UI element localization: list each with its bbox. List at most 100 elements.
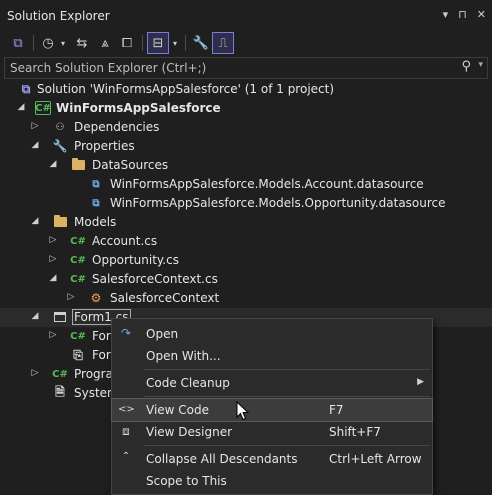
track-active-item-icon[interactable]: ⊟: [147, 32, 169, 54]
menu-separator: [144, 445, 430, 446]
chevron-down-icon[interactable]: ▾: [170, 32, 180, 54]
tree-item-label: SalesforceContext: [110, 291, 220, 305]
collapsed-icon[interactable]: ▷: [30, 121, 40, 131]
menu-item-label: Open: [146, 327, 179, 341]
class-icon: ⚙: [90, 291, 102, 305]
mouse-cursor-icon: [236, 401, 250, 421]
solution-icon: ⧉: [21, 81, 31, 96]
menu-item-shortcut: F7: [329, 403, 344, 417]
properties-folder-icon: 🔧: [52, 139, 68, 153]
designer-icon: ⧈: [122, 424, 130, 438]
datasource-icon: ⧉: [92, 178, 100, 190]
chevron-down-icon[interactable]: ▾: [58, 32, 68, 54]
tree-item-label: Account.cs: [92, 234, 158, 248]
dependencies-icon: ⚇: [55, 121, 65, 133]
menu-item-open-with[interactable]: Open With...: [112, 345, 432, 367]
expanded-icon[interactable]: ◢: [30, 311, 40, 321]
menu-item-collapse-all[interactable]: ⌃ Collapse All Descendants Ctrl+Left Arr…: [112, 448, 432, 470]
collapse-all-icon[interactable]: ⩓: [96, 32, 114, 54]
csharp-file-icon: C#: [70, 235, 86, 247]
tree-item-label: Solution 'WinFormsAppSalesforce' (1 of 1…: [37, 82, 335, 96]
sync-icon[interactable]: ⇆: [72, 32, 92, 54]
pending-changes-icon[interactable]: ◷: [39, 32, 57, 54]
open-icon: ↷: [120, 326, 132, 340]
form-icon: [52, 310, 68, 324]
menu-item-shortcut: Ctrl+Left Arrow: [329, 452, 422, 466]
title-actions: ▾ ⊓ ✕: [443, 8, 486, 21]
tree-item-label: Opportunity.cs: [92, 253, 179, 267]
expanded-icon[interactable]: ◢: [48, 159, 58, 169]
menu-item-view-designer[interactable]: ⧈ View Designer Shift+F7: [112, 421, 432, 443]
collapsed-icon[interactable]: ▷: [48, 235, 58, 245]
datasource-icon: ⧉: [92, 197, 100, 209]
menu-separator: [144, 396, 430, 397]
toolbar-separator: [185, 35, 186, 51]
chevron-down-icon[interactable]: ▾: [478, 60, 483, 70]
menu-item-label: Scope to This: [146, 474, 227, 488]
csharp-project-icon: C#: [35, 101, 51, 115]
tree-item-sf-context-class[interactable]: ▷ ⚙ SalesforceContext: [0, 289, 492, 308]
collapsed-icon[interactable]: ▷: [30, 368, 40, 378]
search-box[interactable]: Search Solution Explorer (Ctrl+;) ⚲ ▾: [4, 57, 488, 79]
toolbar: ⧉ ◷ ▾ ⇆ ⩓ ⧠ ⊟ ▾ 🔧 ⎍: [0, 30, 492, 56]
tree-item-project[interactable]: ◢ C# WinFormsAppSalesforce: [0, 99, 492, 118]
expanded-icon[interactable]: ◢: [48, 273, 58, 283]
tree-item-dependencies[interactable]: ▷ ⚇ Dependencies: [0, 118, 492, 137]
folder-icon: [70, 158, 86, 172]
title-bar: Solution Explorer ▾ ⊓ ✕: [0, 0, 492, 30]
menu-item-code-cleanup[interactable]: Code Cleanup ▶: [112, 372, 432, 394]
menu-item-open[interactable]: ↷ Open: [112, 323, 432, 345]
tree-item-account[interactable]: ▷ C# Account.cs: [0, 232, 492, 251]
menu-item-label: View Code: [146, 403, 210, 417]
pin-icon[interactable]: ⊓: [458, 8, 467, 21]
tree-item-datasources[interactable]: ◢ DataSources: [0, 156, 492, 175]
toolbar-separator: [142, 35, 143, 51]
menu-item-label: Code Cleanup: [146, 376, 230, 390]
menu-separator: [144, 369, 430, 370]
expanded-icon[interactable]: ◢: [16, 102, 26, 112]
switch-views-icon[interactable]: ⧉: [8, 32, 28, 54]
menu-item-scope-to-this[interactable]: Scope to This: [112, 470, 432, 492]
tree-item-properties[interactable]: ◢ 🔧 Properties: [0, 137, 492, 156]
menu-item-label: Open With...: [146, 349, 221, 363]
folder-icon: [52, 215, 68, 229]
tree-item-sf-context-file[interactable]: ◢ C# SalesforceContext.cs: [0, 270, 492, 289]
csharp-file-icon: C#: [70, 273, 86, 285]
tree-item-opportunity[interactable]: ▷ C# Opportunity.cs: [0, 251, 492, 270]
properties-icon[interactable]: 🔧: [191, 32, 211, 54]
menu-item-label: Collapse All Descendants: [146, 452, 298, 466]
search-icon[interactable]: ⚲: [461, 59, 471, 74]
tree-item-label: Properties: [74, 139, 135, 153]
csharp-file-icon: C#: [52, 368, 68, 380]
code-icon: <>: [118, 404, 135, 415]
toolbar-separator: [33, 35, 34, 51]
tree-item-label: Models: [74, 215, 117, 229]
search-input[interactable]: Search Solution Explorer (Ctrl+;): [10, 61, 206, 75]
tree-item-ds-account[interactable]: ⧉ WinFormsAppSalesforce.Models.Account.d…: [0, 175, 492, 194]
context-menu: ↷ Open Open With... Code Cleanup ▶ <> Vi…: [111, 318, 433, 495]
tree-item-solution[interactable]: ⧉ Solution 'WinFormsAppSalesforce' (1 of…: [0, 80, 492, 99]
preview-selected-icon[interactable]: ⎍: [212, 32, 234, 54]
tree-item-label: WinFormsAppSalesforce: [56, 101, 221, 115]
tree-item-ds-opportunity[interactable]: ⧉ WinFormsAppSalesforce.Models.Opportuni…: [0, 194, 492, 213]
collapsed-icon[interactable]: ▷: [66, 292, 76, 302]
resource-file-icon: ⎘: [73, 347, 83, 362]
tree-item-label: WinFormsAppSalesforce.Models.Account.dat…: [110, 177, 424, 191]
show-all-files-icon[interactable]: ⧠: [117, 32, 137, 54]
expanded-icon[interactable]: ◢: [30, 140, 40, 150]
tree-item-models[interactable]: ◢ Models: [0, 213, 492, 232]
expanded-icon[interactable]: ◢: [30, 216, 40, 226]
close-icon[interactable]: ✕: [477, 8, 486, 21]
tree-item-label: WinFormsAppSalesforce.Models.Opportunity…: [110, 196, 446, 210]
submenu-arrow-icon: ▶: [417, 377, 424, 387]
csharp-file-icon: C#: [70, 254, 86, 266]
tree-item-label: SalesforceContext.cs: [92, 272, 218, 286]
menu-item-view-code[interactable]: <> View Code F7: [111, 398, 433, 422]
collapse-icon: ⌃: [121, 451, 131, 462]
tree-item-label: DataSources: [92, 158, 169, 172]
csharp-file-icon: C#: [70, 330, 86, 342]
collapsed-icon[interactable]: ▷: [48, 254, 58, 264]
collapsed-icon[interactable]: ▷: [48, 330, 58, 340]
menu-item-label: View Designer: [146, 425, 233, 439]
dropdown-icon[interactable]: ▾: [443, 8, 449, 21]
